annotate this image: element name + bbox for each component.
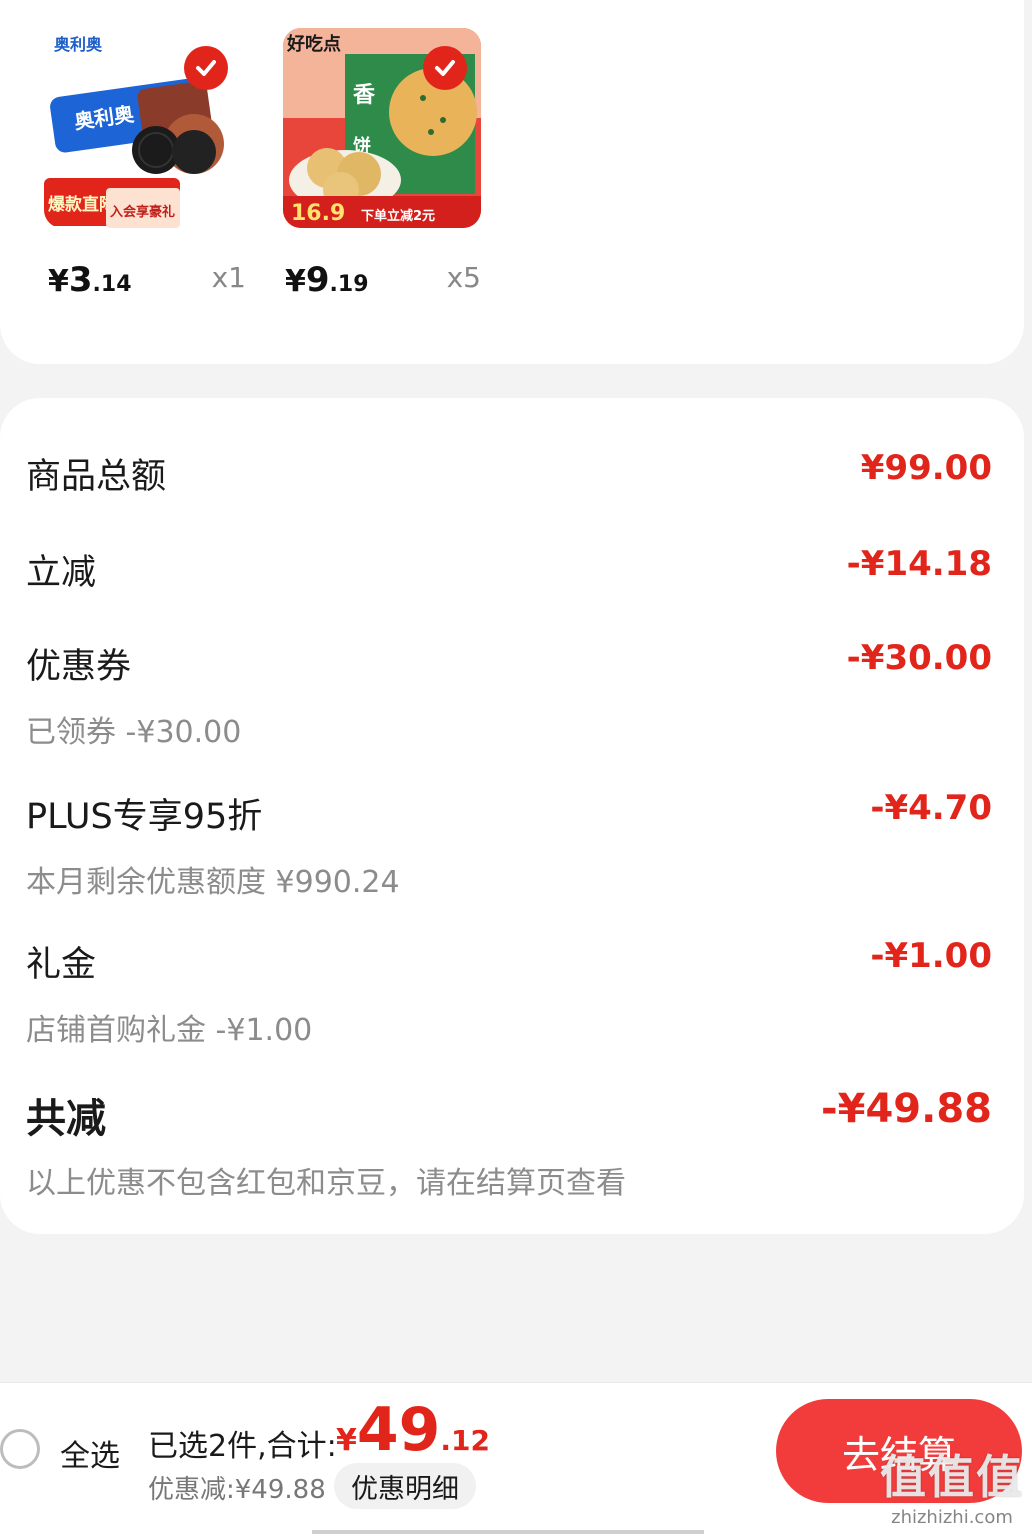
price-decimal: .19 [329, 272, 369, 297]
instant-discount-row: 立减 -¥14.18 [26, 544, 992, 595]
product-image-oreo[interactable]: 奥利奥 奥利奥 爆款直降 入会享豪礼 [44, 28, 242, 228]
total-integer: 49 [356, 1395, 441, 1465]
coupon-value: -¥30.00 [846, 638, 992, 678]
cart-total-price: ¥49.12 [336, 1395, 490, 1465]
instant-discount-value: -¥14.18 [846, 544, 992, 584]
svg-text:16.9: 16.9 [291, 201, 345, 226]
watermark-url: zhizhizhi.com [891, 1507, 1013, 1528]
product-price-row: ¥9.19 x5 [285, 250, 481, 300]
plus-discount-subtext: 本月剩余优惠额度 ¥990.24 [26, 865, 400, 900]
product-price-row: ¥3.14 x1 [48, 250, 246, 300]
plus-discount-value: -¥4.70 [870, 788, 992, 828]
price-integer: 9 [305, 260, 330, 300]
total-discount-value: -¥49.88 [821, 1086, 992, 1132]
svg-text:入会享豪礼: 入会享豪礼 [110, 204, 175, 220]
discount-detail-button[interactable]: 优惠明细 [334, 1463, 476, 1509]
svg-text:奥利奥: 奥利奥 [54, 35, 103, 54]
product-quantity: x5 [446, 261, 481, 294]
product-image-haochidian[interactable]: 好吃点 香 饼 16.9 下单立减2元 [283, 28, 481, 228]
selected-products-card: 奥利奥 奥利奥 爆款直降 入会享豪礼 ¥3.14 x1 好吃点 香 饼 16.9… [0, 0, 1024, 364]
price-currency: ¥ [48, 264, 69, 299]
total-discount-row: 共减 -¥49.88 以上优惠不包含红包和京豆，请在结算页查看 [26, 1086, 992, 1202]
total-discount-note: 以上优惠不包含红包和京豆，请在结算页查看 [26, 1166, 626, 1201]
home-indicator [312, 1530, 704, 1534]
coupon-row: 优惠券 -¥30.00 已领券 -¥30.00 [26, 638, 992, 751]
site-watermark: 值值值 zhizhizhi.com [880, 1441, 1024, 1528]
selected-check-icon[interactable] [184, 46, 228, 90]
gift-money-value: -¥1.00 [870, 936, 992, 976]
gift-money-row: 礼金 -¥1.00 店铺首购礼金 -¥1.00 [26, 936, 992, 1049]
product-quantity: x1 [211, 261, 246, 294]
coupon-subtext: 已领券 -¥30.00 [26, 715, 242, 750]
selected-check-icon[interactable] [423, 46, 467, 90]
watermark-logo-text: 值值值 [880, 1450, 1024, 1504]
price-integer: 3 [68, 260, 93, 300]
discount-amount-text: 优惠减:¥49.88 [148, 1475, 326, 1505]
selected-count-text: 已选2件,合计: [148, 1429, 337, 1464]
price-decimal: .14 [92, 272, 132, 297]
discount-summary-card: 商品总额 ¥99.00 立减 -¥14.18 优惠券 -¥30.00 已领券 -… [0, 398, 1024, 1234]
product-item[interactable]: 好吃点 香 饼 16.9 下单立减2元 [283, 28, 483, 228]
plus-discount-label: PLUS专享95折 [26, 797, 263, 837]
select-all-label[interactable]: 全选 [60, 1431, 120, 1475]
goods-total-row: 商品总额 ¥99.00 [26, 448, 992, 499]
svg-text:香: 香 [353, 83, 375, 108]
product-price: ¥3.14 [48, 260, 132, 300]
svg-text:好吃点: 好吃点 [286, 33, 341, 55]
svg-text:下单立减2元: 下单立减2元 [361, 208, 435, 224]
product-price: ¥9.19 [285, 260, 369, 300]
plus-discount-row: PLUS专享95折 -¥4.70 本月剩余优惠额度 ¥990.24 [26, 788, 992, 901]
gift-money-label: 礼金 [26, 945, 97, 985]
cart-page: 奥利奥 奥利奥 爆款直降 入会享豪礼 ¥3.14 x1 好吃点 香 饼 16.9… [0, 0, 1032, 1534]
goods-total-value: ¥99.00 [860, 448, 992, 488]
select-all-radio[interactable] [0, 1429, 40, 1469]
total-decimal: .12 [440, 1424, 490, 1457]
goods-total-label: 商品总额 [26, 457, 167, 497]
total-currency: ¥ [336, 1423, 357, 1458]
checkout-bar: 全选 已选2件,合计: ¥49.12 优惠减:¥49.88 优惠明细 去结算 值… [0, 1382, 1032, 1534]
price-currency: ¥ [285, 264, 306, 299]
product-item[interactable]: 奥利奥 奥利奥 爆款直降 入会享豪礼 [44, 28, 244, 228]
gift-money-subtext: 店铺首购礼金 -¥1.00 [26, 1013, 313, 1048]
